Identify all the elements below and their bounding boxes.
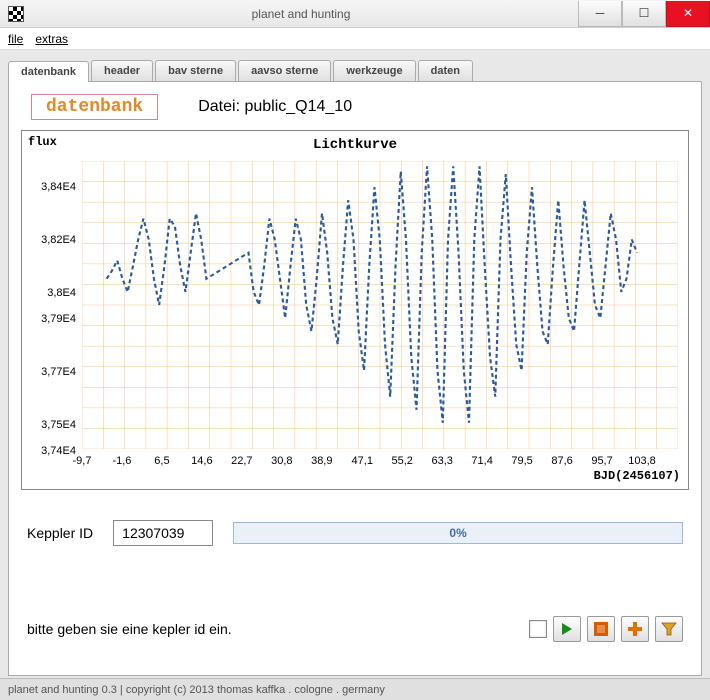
x-tick: -1,6 — [112, 455, 131, 467]
window-title: planet and hunting — [24, 7, 578, 21]
progress-text: 0% — [449, 526, 466, 540]
statusbar: planet and hunting 0.3 | copyright (c) 2… — [0, 678, 710, 700]
menu-file[interactable]: file — [8, 32, 23, 46]
kepler-id-input[interactable] — [113, 520, 213, 546]
chart-xlabel: BJD(2456107) — [594, 469, 680, 483]
checkbox-toggle[interactable] — [529, 620, 547, 638]
y-tick: 3,82E4 — [28, 234, 76, 246]
add-marker-button[interactable] — [621, 616, 649, 642]
menubar: file extras — [0, 28, 710, 50]
y-tick: 3,77E4 — [28, 366, 76, 378]
window-buttons: ─ ☐ ✕ — [578, 1, 710, 27]
progress-bar: 0% — [233, 522, 683, 544]
x-tick: 14,6 — [191, 455, 212, 467]
y-tick: 3,8E4 — [28, 287, 76, 299]
titlebar: planet and hunting ─ ☐ ✕ — [0, 0, 710, 28]
x-tick: 55,2 — [391, 455, 412, 467]
datei-label: Datei: public_Q14_10 — [198, 98, 352, 116]
y-tick: 3,84E4 — [28, 181, 76, 193]
tab-daten[interactable]: daten — [418, 60, 473, 81]
x-tick: 71,4 — [471, 455, 492, 467]
x-tick: 103,8 — [628, 455, 656, 467]
x-tick: 63,3 — [431, 455, 452, 467]
tab-datenbank[interactable]: datenbank — [8, 61, 89, 82]
x-tick: 22,7 — [231, 455, 252, 467]
x-tick: 79,5 — [511, 455, 532, 467]
tabpanel-datenbank: datenbank Datei: public_Q14_10 flux Lich… — [8, 81, 702, 676]
maximize-button[interactable]: ☐ — [622, 1, 666, 27]
action-buttons — [529, 616, 683, 642]
minimize-button[interactable]: ─ — [578, 1, 622, 27]
y-tick: 3,75E4 — [28, 419, 76, 431]
chart-ylabel: flux — [28, 135, 57, 149]
plot-area — [82, 161, 678, 449]
tab-header[interactable]: header — [91, 60, 153, 81]
plus-pin-icon — [627, 621, 643, 637]
play-icon — [560, 622, 574, 636]
panel-header: datenbank Datei: public_Q14_10 — [21, 94, 689, 130]
datenbank-badge: datenbank — [31, 94, 158, 120]
stop-button[interactable] — [587, 616, 615, 642]
stop-icon — [592, 620, 610, 638]
chart-svg — [82, 161, 678, 449]
bottom-row: bitte geben sie eine kepler id ein. — [21, 616, 689, 642]
tab-aavso-sterne[interactable]: aavso sterne — [238, 60, 331, 81]
x-tick: 30,8 — [271, 455, 292, 467]
x-tick: -9,7 — [73, 455, 92, 467]
hint-text: bitte geben sie eine kepler id ein. — [27, 621, 529, 637]
y-tick: 3,79E4 — [28, 313, 76, 325]
x-tick: 6,5 — [154, 455, 169, 467]
y-tick: 3,74E4 — [28, 445, 76, 457]
close-button[interactable]: ✕ — [666, 1, 710, 27]
tab-bav-sterne[interactable]: bav sterne — [155, 60, 236, 81]
statusbar-text: planet and hunting 0.3 | copyright (c) 2… — [8, 684, 385, 696]
app-icon — [8, 6, 24, 22]
flux-series — [107, 166, 637, 423]
tabstrip: datenbank header bav sterne aavso sterne… — [8, 60, 702, 81]
x-tick: 95,7 — [591, 455, 612, 467]
workarea: datenbank header bav sterne aavso sterne… — [0, 50, 710, 678]
x-tick: 47,1 — [352, 455, 373, 467]
kepler-row: Keppler ID 0% — [21, 520, 689, 546]
x-tick: 38,9 — [311, 455, 332, 467]
x-tick: 87,6 — [551, 455, 572, 467]
filter-button[interactable] — [655, 616, 683, 642]
kepler-label: Keppler ID — [27, 525, 93, 541]
funnel-icon — [661, 621, 677, 637]
chart-title: Lichtkurve — [313, 137, 397, 153]
tab-werkzeuge[interactable]: werkzeuge — [333, 60, 415, 81]
play-button[interactable] — [553, 616, 581, 642]
lightcurve-chart: flux Lichtkurve BJD(2456107) 3,84E4 3,82E… — [21, 130, 689, 490]
menu-extras[interactable]: extras — [35, 32, 68, 46]
